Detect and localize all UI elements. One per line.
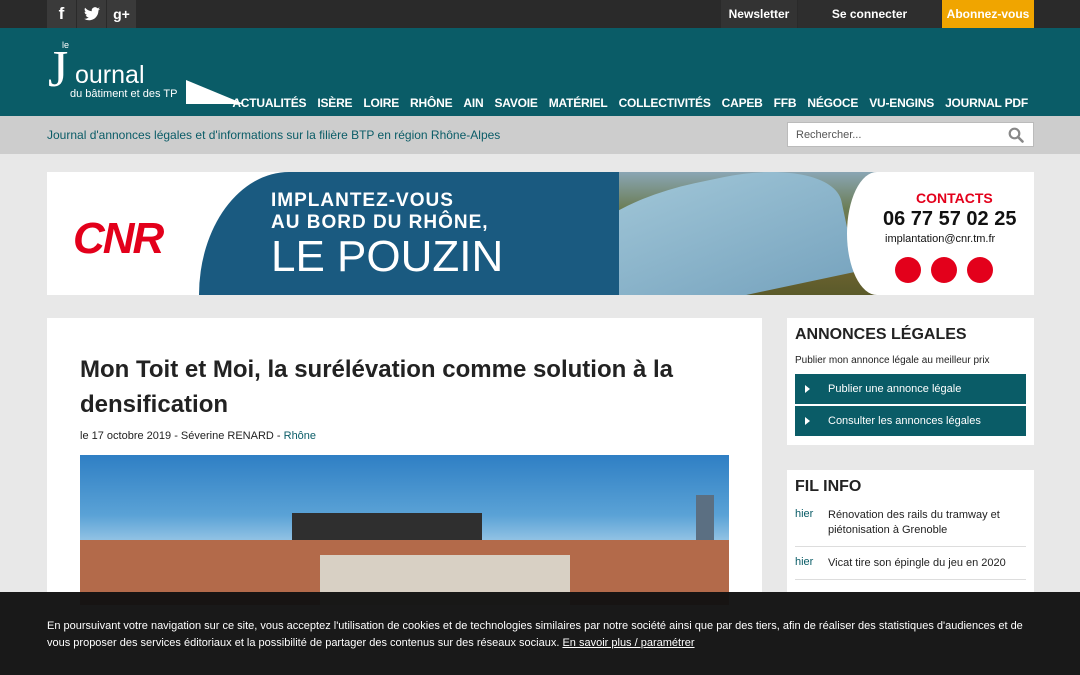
logo-ournal: ournal (75, 61, 145, 89)
meta-separator: - (273, 430, 284, 442)
article-date: le 17 octobre 2019 (80, 430, 172, 442)
arrow-right-icon (805, 385, 810, 393)
fil-info-title: FIL INFO (795, 478, 862, 495)
train-icon (967, 257, 993, 283)
logo-j: J (48, 41, 69, 98)
nav-item-capeb[interactable]: CAPEB (722, 96, 763, 110)
arrow-right-icon (805, 417, 810, 425)
ad-phone: 06 77 57 02 25 (883, 208, 1017, 230)
cnr-logo: CNR (73, 214, 164, 263)
ad-contacts-label: CONTACTS (916, 190, 993, 206)
twitter-icon[interactable] (77, 0, 106, 28)
fil-info-text[interactable]: Vicat tire son épingle du jeu en 2020 (828, 556, 1026, 571)
publish-annonce-label: Publier une annonce légale (828, 383, 962, 395)
top-bar: f g+ Newsletter Se connecter Abonnez-vou… (0, 0, 1080, 28)
annonces-lead: Publier mon annonce légale au meilleur p… (795, 355, 990, 366)
article-category-link[interactable]: Rhône (284, 430, 316, 442)
nav-item-collectivites[interactable]: COLLECTIVITÉS (619, 96, 711, 110)
search-input[interactable] (788, 123, 998, 146)
site-tagline: Journal d'annonces légales et d'informat… (47, 128, 501, 142)
facebook-icon[interactable]: f (47, 0, 76, 28)
nav-item-isere[interactable]: ISÈRE (317, 96, 352, 110)
fil-info-text[interactable]: Rénovation des rails du tramway et piéto… (828, 508, 1026, 538)
google-plus-icon[interactable]: g+ (107, 0, 136, 28)
logo-subtitle: du bâtiment et des TP (70, 88, 178, 100)
tagline-strip: Journal d'annonces légales et d'informat… (0, 116, 1080, 154)
ship-icon (931, 257, 957, 283)
article-card: Mon Toit et Moi, la surélévation comme s… (47, 318, 762, 618)
login-link[interactable]: Se connecter (798, 0, 941, 28)
consult-annonces-label: Consulter les annonces légales (828, 415, 981, 427)
annonces-legales-card: ANNONCES LÉGALES Publier mon annonce lég… (787, 318, 1034, 445)
article-meta: le 17 octobre 2019 - Séverine RENARD - R… (80, 430, 316, 442)
nav-item-vu-engins[interactable]: VU-ENGINS (869, 96, 934, 110)
ad-line-2: AU BORD DU RHÔNE, (271, 212, 489, 233)
article-title: Mon Toit et Moi, la surélévation comme s… (80, 356, 673, 418)
nav-item-rhone[interactable]: RHÔNE (410, 96, 453, 110)
newsletter-link[interactable]: Newsletter (721, 0, 797, 28)
annonces-title: ANNONCES LÉGALES (795, 326, 967, 343)
fil-info-item[interactable]: hier Vicat tire son épingle du jeu en 20… (795, 556, 1026, 580)
cookie-text: En poursuivant votre navigation sur ce s… (47, 618, 1037, 652)
article-image (80, 455, 729, 605)
nav-item-journal-pdf[interactable]: JOURNAL PDF (945, 96, 1028, 110)
cookie-banner: En poursuivant votre navigation sur ce s… (0, 592, 1080, 675)
subscribe-button[interactable]: Abonnez-vous (942, 0, 1034, 28)
ad-line-1: IMPLANTEZ-VOUS (271, 190, 454, 211)
nav-item-ain[interactable]: AIN (463, 96, 483, 110)
fil-info-date: hier (795, 508, 814, 520)
meta-separator: - (171, 430, 181, 442)
cookie-message: En poursuivant votre navigation sur ce s… (47, 620, 1023, 649)
site-logo[interactable]: le J ournal du bâtiment et des TP (48, 40, 248, 104)
ad-line-3: LE POUZIN (271, 232, 504, 281)
nav-item-actualites[interactable]: ACTUALITÉS (232, 96, 306, 110)
publish-annonce-button[interactable]: Publier une annonce légale (795, 374, 1026, 404)
search-box (787, 122, 1034, 147)
nav-item-negoce[interactable]: NÉGOCE (807, 96, 858, 110)
fil-info-item[interactable]: hier Rénovation des rails du tramway et … (795, 508, 1026, 547)
fil-info-date: hier (795, 556, 814, 568)
ad-banner[interactable]: CNR IMPLANTEZ-VOUS AU BORD DU RHÔNE, LE … (47, 172, 1034, 295)
ad-headline: IMPLANTEZ-VOUS AU BORD DU RHÔNE, (271, 190, 489, 234)
cookie-settings-link[interactable]: En savoir plus / paramétrer (562, 637, 694, 649)
truck-icon (895, 257, 921, 283)
nav-item-loire[interactable]: LOIRE (363, 96, 399, 110)
search-icon[interactable] (1008, 127, 1024, 143)
social-links: f g+ (47, 0, 137, 28)
article-author: Séverine RENARD (180, 430, 274, 442)
consult-annonces-button[interactable]: Consulter les annonces légales (795, 406, 1026, 436)
ad-email: implantation@cnr.tm.fr (885, 233, 996, 245)
nav-item-savoie[interactable]: SAVOIE (494, 96, 537, 110)
site-header: le J ournal du bâtiment et des TP ACTUAL… (0, 28, 1080, 116)
main-nav: ACTUALITÉS ISÈRE LOIRE RHÔNE AIN SAVOIE … (232, 96, 1028, 110)
nav-item-ffb[interactable]: FFB (774, 96, 797, 110)
nav-item-materiel[interactable]: MATÉRIEL (549, 96, 608, 110)
